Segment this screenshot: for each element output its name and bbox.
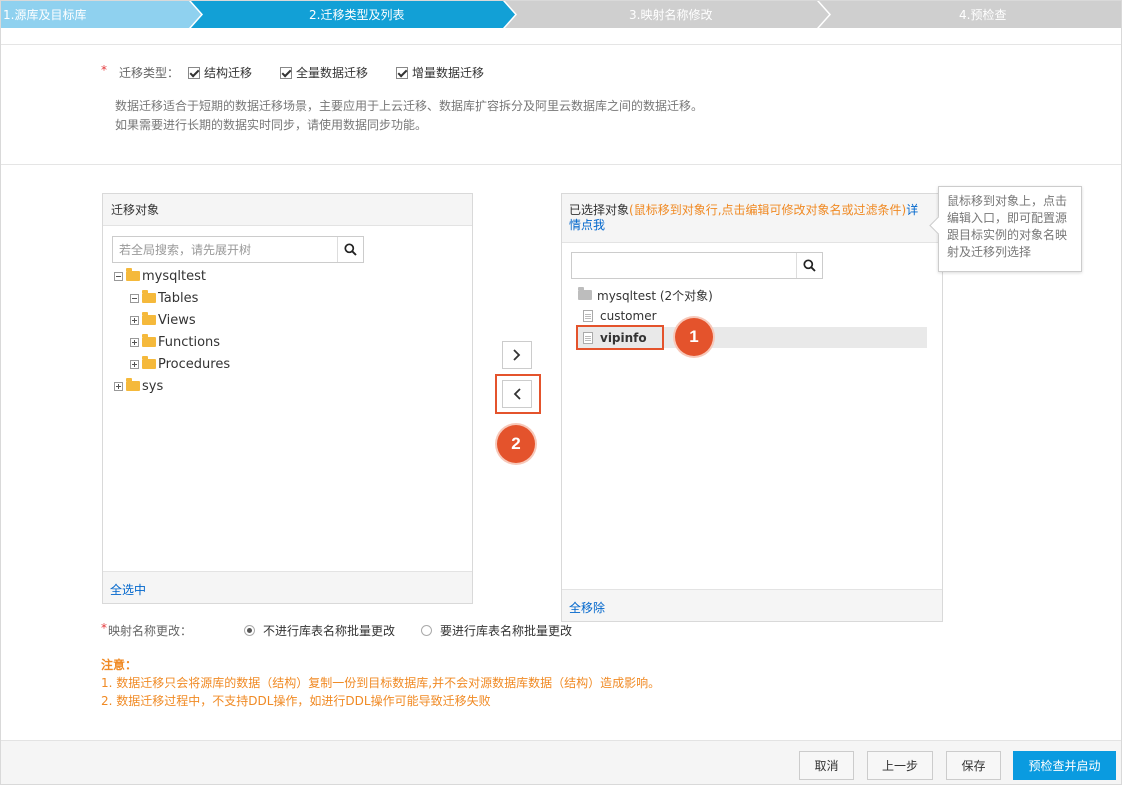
precheck-start-button[interactable]: 预检查并启动 <box>1013 751 1116 780</box>
radio-icon[interactable] <box>421 625 432 636</box>
selected-item-customer[interactable]: customer <box>583 306 657 326</box>
steps-background <box>1 1 1121 28</box>
radio-no-batch-rename[interactable]: 不进行库表名称批量更改 <box>244 622 395 639</box>
checkbox-icon[interactable] <box>396 67 408 79</box>
source-panel-title: 迁移对象 <box>103 194 472 226</box>
chevron-right-icon <box>513 349 521 361</box>
expand-icon[interactable] <box>130 337 139 347</box>
folder-icon <box>142 312 156 325</box>
expand-icon[interactable] <box>130 315 139 325</box>
required-mark: * <box>101 63 107 77</box>
selected-panel-title: 已选择对象(鼠标移到对象行,点击编辑可修改对象名或过滤条件)详 情点我 <box>562 194 942 243</box>
mapping-label: 映射名称更改： <box>108 624 193 638</box>
select-all-link[interactable]: 全选中 <box>103 571 472 603</box>
checkbox-icon[interactable] <box>188 67 200 79</box>
highlight-box <box>495 374 541 414</box>
table-icon <box>583 310 593 322</box>
add-to-selected-button[interactable] <box>502 341 532 369</box>
migration-type-label: 迁移类型： <box>119 66 180 80</box>
selected-search-input[interactable] <box>572 253 796 278</box>
tree-node-views[interactable]: Views <box>130 310 196 330</box>
wizard-steps: 1.源库及目标库 2.迁移类型及列表 3.映射名称修改 4.预检查 <box>1 1 1121 28</box>
tree-node-mysqltest[interactable]: mysqltest <box>114 266 206 286</box>
callout-2: 2 <box>497 425 535 463</box>
tree-node-sys[interactable]: sys <box>114 376 163 396</box>
tree-node-tables[interactable]: Tables <box>130 288 198 308</box>
highlight-box <box>576 325 664 350</box>
folder-icon <box>142 356 156 369</box>
step-3[interactable]: 3.映射名称修改 <box>629 6 712 23</box>
expand-icon[interactable] <box>114 381 123 391</box>
checkbox-icon[interactable] <box>280 67 292 79</box>
details-link[interactable]: 详 <box>906 203 918 217</box>
folder-icon <box>126 268 140 281</box>
notes-title: 注意： <box>101 658 138 672</box>
folder-icon <box>142 290 156 303</box>
source-search-input[interactable] <box>113 237 337 262</box>
folder-icon <box>578 287 592 300</box>
save-button[interactable]: 保存 <box>946 751 1001 780</box>
selected-search-box[interactable] <box>571 252 823 279</box>
divider <box>1 44 1121 45</box>
step-2[interactable]: 2.迁移类型及列表 <box>309 6 404 23</box>
expand-icon[interactable] <box>130 359 139 369</box>
collapse-icon[interactable] <box>130 293 139 303</box>
search-icon[interactable] <box>337 237 363 262</box>
cancel-button[interactable]: 取消 <box>799 751 854 780</box>
notes: 注意： 1. 数据迁移只会将源库的数据（结构）复制一份到目标数据库,并不会对源数… <box>101 658 661 708</box>
source-objects-panel: 迁移对象 mysqltest Tables Views Functions Pr… <box>102 193 473 604</box>
remove-all-link[interactable]: 全移除 <box>562 589 942 621</box>
tree-node-functions[interactable]: Functions <box>130 332 220 352</box>
radio-icon[interactable] <box>244 625 255 636</box>
tree-node-procedures[interactable]: Procedures <box>130 354 230 374</box>
mapping-tooltip: 鼠标移到对象上，点击 编辑入口，即可配置源 跟目标实例的对象名映 射及迁移列选择 <box>938 186 1082 272</box>
step-1[interactable]: 1.源库及目标库 <box>3 6 86 23</box>
collapse-icon[interactable] <box>114 271 123 281</box>
step-4[interactable]: 4.预检查 <box>959 6 1006 23</box>
search-icon[interactable] <box>796 253 822 278</box>
checkbox-incremental-migration[interactable]: 增量数据迁移 <box>396 64 484 81</box>
checkbox-full-data-migration[interactable]: 全量数据迁移 <box>280 64 368 81</box>
callout-1: 1 <box>675 318 713 356</box>
source-search-box[interactable] <box>112 236 364 263</box>
folder-icon <box>126 378 140 391</box>
prev-step-button[interactable]: 上一步 <box>867 751 933 780</box>
migration-description: 数据迁移适合于短期的数据迁移场景，主要应用于上云迁移、数据库扩容拆分及阿里云数据… <box>115 99 704 132</box>
folder-icon <box>142 334 156 347</box>
checkbox-schema-migration[interactable]: 结构迁移 <box>188 64 252 81</box>
divider <box>1 164 1121 165</box>
radio-batch-rename[interactable]: 要进行库表名称批量更改 <box>421 622 572 639</box>
selected-group-mysqltest[interactable]: mysqltest (2个对象) <box>578 285 713 305</box>
selected-objects-panel: 已选择对象(鼠标移到对象行,点击编辑可修改对象名或过滤条件)详 情点我 mysq… <box>561 193 943 622</box>
selected-panel-hint: (鼠标移到对象行,点击编辑可修改对象名或过滤条件) <box>629 203 907 217</box>
required-mark: * <box>101 621 107 635</box>
details-link-cont[interactable]: 情点我 <box>569 218 605 232</box>
